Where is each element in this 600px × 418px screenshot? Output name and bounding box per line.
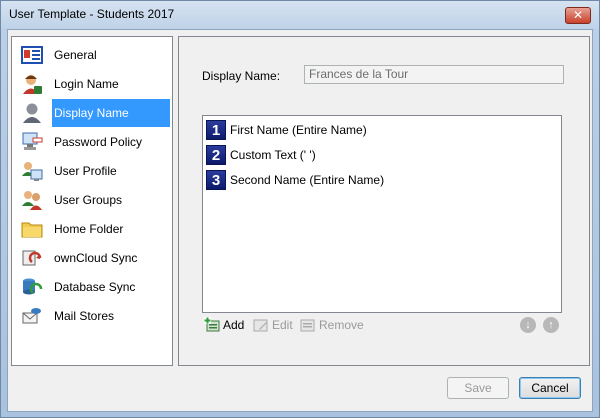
nav-label: Home Folder [54,222,124,236]
nav-item-display-name[interactable]: Display Name [16,99,170,127]
save-button[interactable]: Save [447,377,509,399]
cancel-button[interactable]: Cancel [519,377,581,399]
display-name-icon [20,101,44,125]
general-icon [20,43,44,67]
user-groups-icon [20,188,44,212]
list-item-text: First Name (Entire Name) [230,123,367,137]
nav-label: ownCloud Sync [54,251,138,265]
number-badge: 1 [206,120,226,140]
user-profile-icon [20,159,44,183]
close-button[interactable]: ✕ [565,7,591,24]
dialog-window: User Template - Students 2017 ✕ General … [0,0,600,418]
display-name-preview-field: Frances de la Tour [304,65,564,84]
nav-item-login-name[interactable]: Login Name [16,70,170,98]
add-label: Add [223,318,245,332]
display-name-panel: Display Name: Frances de la Tour 1 First… [178,36,590,366]
nav-item-user-profile[interactable]: User Profile [16,157,170,185]
category-list: General Login Name Display Name Password… [11,36,173,366]
move-down-button[interactable]: ↓ [520,317,536,333]
list-item[interactable]: 1 First Name (Entire Name) [206,118,546,142]
arrow-up-icon: ↑ [548,319,554,331]
edit-label: Edit [272,318,293,332]
add-icon [204,317,220,333]
nav-item-mail-stores[interactable]: Mail Stores [16,302,170,330]
password-policy-icon [20,130,44,154]
window-title: User Template - Students 2017 [9,7,175,21]
close-icon: ✕ [572,8,584,22]
login-name-icon [20,72,44,96]
nav-item-user-groups[interactable]: User Groups [16,186,170,214]
nav-item-password-policy[interactable]: Password Policy [16,128,170,156]
list-item-text: Custom Text (' ') [230,148,316,162]
display-name-label: Display Name: [202,69,281,83]
remove-button[interactable]: Remove [300,316,364,334]
nav-item-general[interactable]: General [16,41,170,69]
nav-item-home-folder[interactable]: Home Folder [16,215,170,243]
nav-label: Display Name [54,106,129,120]
list-item[interactable]: 2 Custom Text (' ') [206,143,546,167]
nav-label: General [54,48,97,62]
title-bar[interactable]: User Template - Students 2017 ✕ [1,1,599,29]
remove-icon [300,317,316,333]
edit-button[interactable]: Edit [253,316,293,334]
arrow-down-icon: ↓ [525,319,531,331]
database-sync-icon [20,275,44,299]
dialog-client-area: General Login Name Display Name Password… [7,29,593,412]
nav-label: User Groups [54,193,123,207]
mail-stores-icon [20,304,44,328]
edit-icon [253,317,269,333]
nav-label: Login Name [54,77,119,91]
add-button[interactable]: Add [204,316,244,334]
number-badge: 2 [206,145,226,165]
name-parts-list[interactable]: 1 First Name (Entire Name) 2 Custom Text… [202,115,562,313]
nav-item-owncloud-sync[interactable]: ownCloud Sync [16,244,170,272]
nav-label: Password Policy [54,135,143,149]
number-badge: 3 [206,170,226,190]
nav-label: Mail Stores [54,309,115,323]
home-folder-icon [20,217,44,241]
owncloud-sync-icon [20,246,44,270]
nav-item-database-sync[interactable]: Database Sync [16,273,170,301]
move-up-button[interactable]: ↑ [543,317,559,333]
nav-label: User Profile [54,164,117,178]
nav-label: Database Sync [54,280,136,294]
remove-label: Remove [319,318,364,332]
list-item-text: Second Name (Entire Name) [230,173,385,187]
list-item[interactable]: 3 Second Name (Entire Name) [206,168,546,192]
